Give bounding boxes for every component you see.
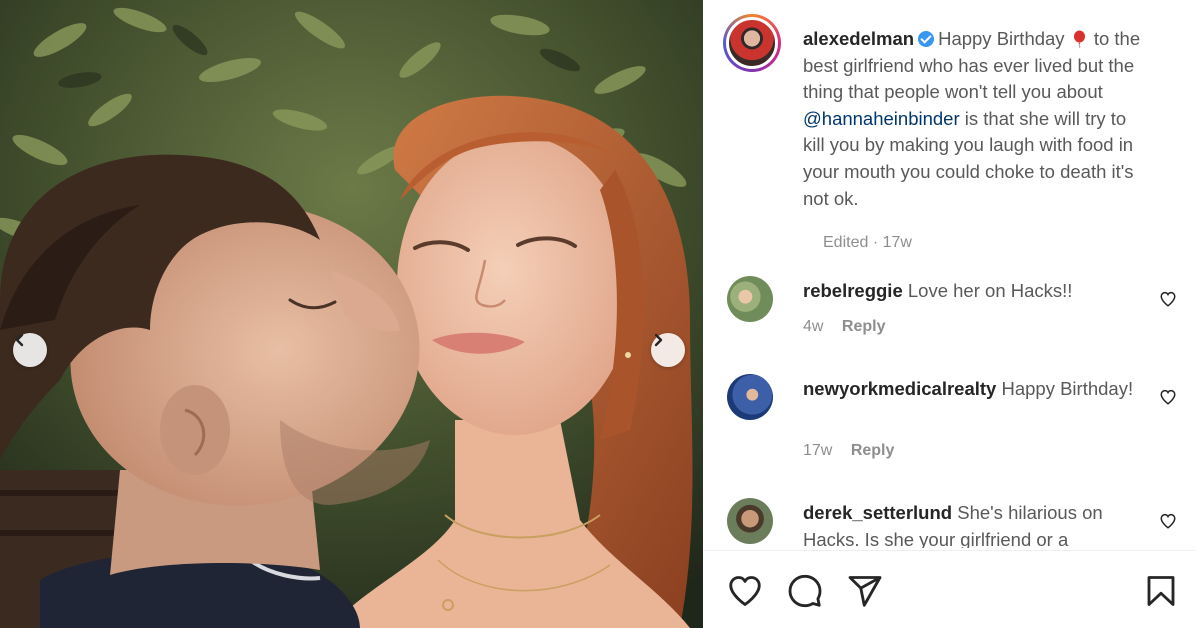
comment-text: rebelreggie Love her on Hacks!! [803,278,1143,305]
chevron-right-icon [654,333,663,347]
like-comment-heart-icon[interactable] [1159,388,1177,406]
verified-badge-icon [918,31,935,47]
caption-part-1: Happy Birthday [938,28,1070,49]
comment-meta: 4w Reply [803,318,899,336]
previous-photo-button[interactable] [13,333,47,367]
commenter-avatar[interactable] [727,498,773,544]
chevron-left-icon [15,333,24,347]
comment-text: newyorkmedicalrealty Happy Birthday! [803,376,1143,403]
like-comment-heart-icon[interactable] [1159,512,1177,530]
post-photo [0,0,703,628]
comment-text: derek_setterlund She's hilarious on Hack… [803,500,1143,548]
commenter-username[interactable]: newyorkmedicalrealty [803,378,996,399]
next-photo-button[interactable] [651,333,685,367]
paper-plane-icon[interactable] [847,573,883,609]
commenter-avatar[interactable] [727,276,773,322]
comment-time: 4w [803,318,824,335]
comment-meta: 17w Reply [803,442,908,460]
post-details-panel: alexedelman Happy Birthday to the best gi… [703,0,1196,628]
caption-text: alexedelman Happy Birthday to the best gi… [803,26,1148,212]
reply-button[interactable]: Reply [851,442,895,459]
balloon-icon [1073,30,1085,48]
comment-body: Happy Birthday! [1001,378,1134,399]
mention-link[interactable]: @hannaheinbinder [803,108,960,129]
couple-photo-illustration [0,0,703,628]
author-username[interactable]: alexedelman [803,28,914,49]
author-avatar[interactable] [723,14,781,72]
like-comment-heart-icon[interactable] [1159,290,1177,308]
commenter-avatar[interactable] [727,374,773,420]
comment-icon[interactable] [787,573,823,609]
comment-time: 17w [803,442,833,459]
commenter-username[interactable]: derek_setterlund [803,502,952,523]
post-action-bar [703,550,1196,628]
caption-meta: Edited · 17w [823,234,912,251]
commenter-username[interactable]: rebelreggie [803,280,903,301]
heart-icon[interactable] [727,573,763,609]
comments-list[interactable]: rebelreggie Love her on Hacks!! 4w Reply… [703,262,1196,548]
bookmark-icon[interactable] [1143,573,1179,609]
comment-body: Love her on Hacks!! [907,280,1073,301]
reply-button[interactable]: Reply [842,318,886,335]
